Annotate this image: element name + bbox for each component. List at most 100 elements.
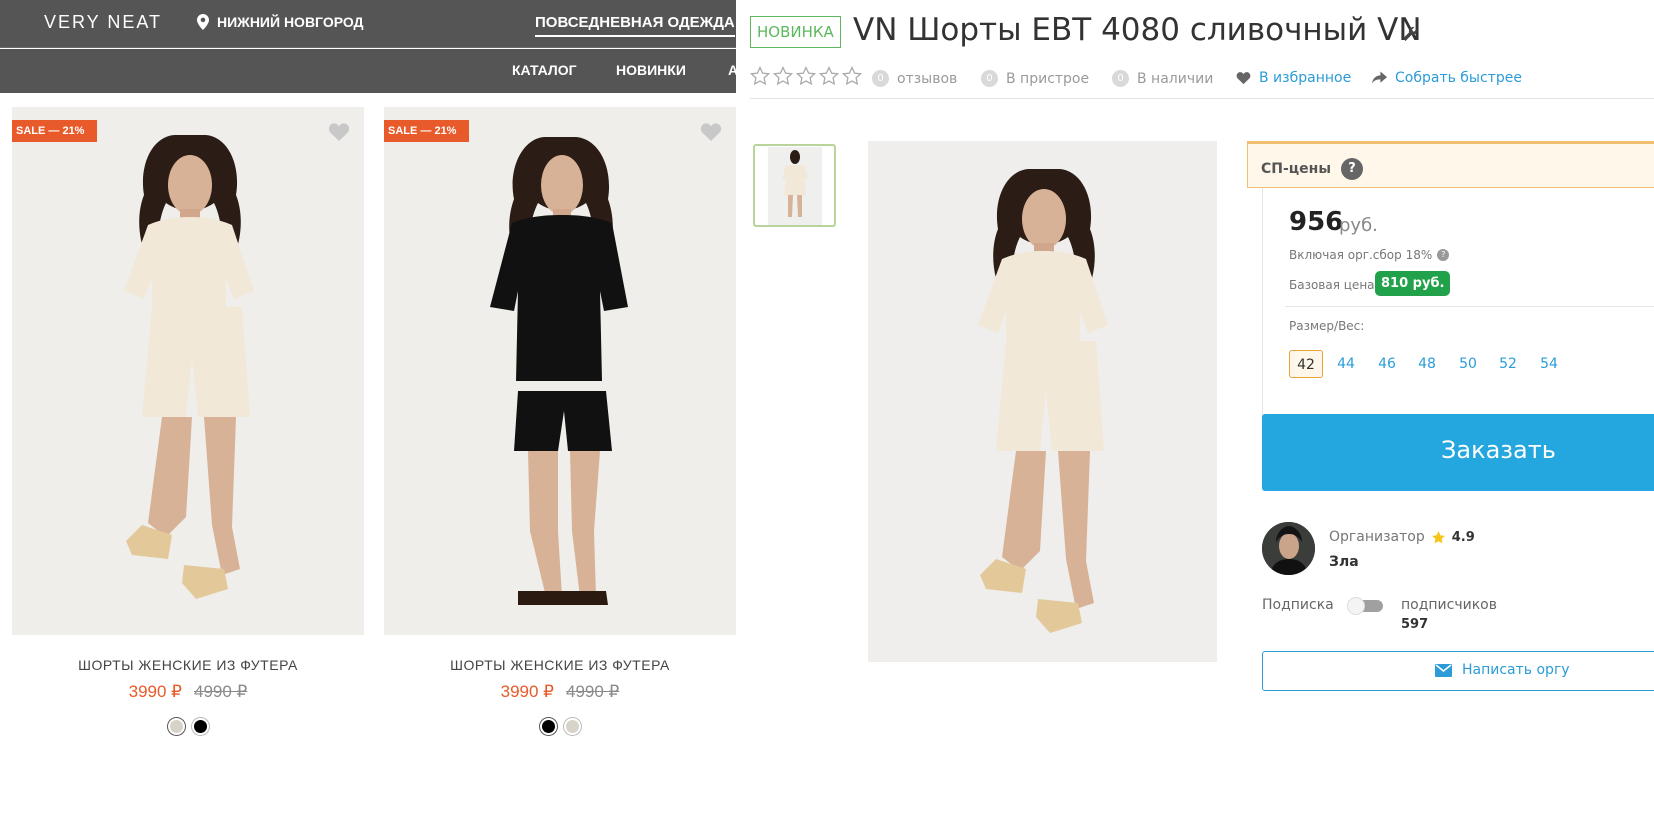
product-heading: VN Шорты EBT 4080 сливочный VN: [853, 12, 1422, 48]
nav-catalog[interactable]: КАТАЛОГ: [512, 62, 577, 78]
favorite-heart-icon[interactable]: [328, 122, 350, 142]
subscribers-count: 597: [1401, 617, 1429, 632]
product-title[interactable]: ШОРТЫ ЖЕНСКИЕ ИЗ ФУТЕРА: [384, 657, 736, 673]
pristroy-link[interactable]: 0 В пристрое: [981, 70, 1089, 87]
thumbnail-image: [768, 147, 822, 225]
size-option-48[interactable]: 48: [1410, 350, 1444, 378]
star-icon: [750, 66, 770, 86]
product-meta: 0 отзывов 0 В пристрое 0 В наличии В изб…: [750, 66, 1650, 92]
collect-faster-link[interactable]: Собрать быстрее: [1372, 70, 1522, 86]
star-icon: [796, 66, 816, 86]
star-icon: [819, 66, 839, 86]
organizer-avatar[interactable]: [1262, 522, 1315, 575]
star-icon: [842, 66, 862, 86]
product-price: 3990 ₽ 4990 ₽: [12, 682, 364, 702]
size-option-46[interactable]: 46: [1370, 350, 1404, 378]
color-swatch-black[interactable]: [539, 718, 557, 735]
product-card[interactable]: SALE — 21% ШОРТЫ ЖЕНСКИЕ ИЗ ФУТЕРА 3990 …: [12, 107, 364, 735]
old-price: 4990 ₽: [194, 682, 248, 701]
envelope-icon: [1435, 663, 1452, 677]
gallery-thumbnail[interactable]: [753, 144, 836, 227]
avatar-image: [1262, 522, 1315, 575]
main-model-image: [868, 141, 1217, 662]
color-swatches: [12, 718, 364, 735]
product-image[interactable]: SALE — 21%: [384, 107, 736, 635]
size-option-42[interactable]: 42: [1289, 350, 1323, 378]
store-logo[interactable]: VERY NEAT: [44, 12, 162, 33]
rating-stars[interactable]: [750, 66, 862, 86]
organizer-name[interactable]: Зла: [1329, 554, 1359, 570]
write-organizer-button[interactable]: Написать оргу: [1262, 651, 1654, 691]
order-button[interactable]: Заказать: [1262, 414, 1654, 491]
write-organizer-content: Написать оргу: [1435, 662, 1570, 678]
color-swatches: [384, 718, 736, 735]
current-price: 3990 ₽: [128, 682, 182, 701]
pristroy-label: В пристрое: [1006, 70, 1090, 87]
subscription-label: Подписка: [1262, 597, 1334, 613]
old-price: 4990 ₽: [566, 682, 620, 701]
product-card[interactable]: SALE — 21% ШОРТЫ ЖЕНСКИЕ ИЗ ФУТЕРА 3990 …: [384, 107, 736, 735]
product-image[interactable]: SALE — 21%: [12, 107, 364, 635]
base-price-label: Базовая цена: [1289, 278, 1375, 292]
store-topbar: VERY NEAT НИЖНИЙ НОВГОРОД ПОВСЕДНЕВНАЯ О…: [0, 0, 736, 48]
sp-prices-header: СП-цены ?: [1261, 158, 1364, 180]
category-link[interactable]: ПОВСЕДНЕВНАЯ ОДЕЖДА: [535, 14, 735, 37]
nav-new[interactable]: НОВИНКИ: [616, 62, 686, 78]
city-label: НИЖНИЙ НОВГОРОД: [217, 14, 364, 30]
favorite-link[interactable]: В избранное: [1236, 70, 1351, 86]
model-black-outfit-image: [384, 107, 736, 635]
fee-help-icon[interactable]: ?: [1437, 249, 1450, 261]
wrench-icon[interactable]: [1402, 26, 1418, 42]
stock-count: 0: [1112, 70, 1129, 87]
thumbnail-model: [782, 150, 808, 217]
base-price-value: 810 руб.: [1375, 271, 1451, 296]
price-currency: руб.: [1339, 215, 1378, 236]
size-option-54[interactable]: 54: [1532, 350, 1566, 378]
share-icon: [1372, 71, 1387, 84]
favorite-heart-icon[interactable]: [700, 122, 722, 142]
product-price: 3990 ₽ 4990 ₽: [384, 682, 736, 702]
store-navbar: КАТАЛОГ НОВИНКИ А: [0, 49, 736, 93]
stock-link[interactable]: 0 В наличии: [1112, 70, 1213, 87]
current-price: 3990 ₽: [500, 682, 554, 701]
product-panel: НОВИНКА VN Шорты EBT 4080 сливочный VN 0…: [736, 0, 1654, 827]
fee-label: Включая орг.сбор 18%: [1289, 248, 1433, 262]
divider: [1285, 306, 1654, 307]
new-badge: НОВИНКА: [750, 16, 841, 48]
size-option-50[interactable]: 50: [1451, 350, 1485, 378]
color-swatch-cream[interactable]: [563, 718, 581, 735]
subscription-toggle[interactable]: [1347, 597, 1385, 615]
color-swatch-black[interactable]: [191, 718, 209, 735]
help-icon[interactable]: ?: [1341, 158, 1364, 180]
model-cream-outfit-image: [12, 107, 364, 635]
nav-item-cut[interactable]: А: [728, 62, 736, 78]
write-organizer-label: Написать оргу: [1462, 662, 1570, 678]
product-title[interactable]: ШОРТЫ ЖЕНСКИЕ ИЗ ФУТЕРА: [12, 657, 364, 673]
sale-badge: SALE — 21%: [384, 120, 470, 142]
sp-prices-box: СП-цены ?: [1247, 141, 1654, 188]
store-panel: VERY NEAT НИЖНИЙ НОВГОРОД ПОВСЕДНЕВНАЯ О…: [0, 0, 736, 827]
price-box: 956 руб. Включая орг.сбор 18% ? Базовая …: [1262, 188, 1654, 418]
city-selector[interactable]: НИЖНИЙ НОВГОРОД: [197, 14, 364, 30]
organizer-label-row: Организатор 4.9: [1329, 529, 1475, 545]
reviews-count: 0: [872, 70, 889, 87]
collect-faster-label: Собрать быстрее: [1395, 70, 1522, 86]
favorite-label: В избранное: [1259, 70, 1352, 86]
main-product-image[interactable]: [868, 141, 1217, 662]
star-filled-icon: [1431, 530, 1445, 543]
fee-note: Включая орг.сбор 18% ?: [1289, 248, 1450, 262]
size-option-44[interactable]: 44: [1329, 350, 1363, 378]
organizer-label: Организатор: [1329, 529, 1425, 545]
organizer-rating: 4.9: [1451, 529, 1475, 545]
order-button-label: Заказать: [1441, 436, 1556, 464]
size-option-52[interactable]: 52: [1491, 350, 1525, 378]
subscribers-label: подписчиков: [1401, 597, 1497, 613]
location-pin-icon: [197, 14, 209, 30]
size-label: Размер/Вес:: [1289, 319, 1365, 333]
color-swatch-cream[interactable]: [167, 718, 185, 735]
sale-badge: SALE — 21%: [12, 120, 98, 142]
price-value: 956: [1289, 207, 1344, 237]
reviews-link[interactable]: 0 отзывов: [872, 70, 957, 87]
star-icon: [773, 66, 793, 86]
pristroy-count: 0: [981, 70, 998, 87]
